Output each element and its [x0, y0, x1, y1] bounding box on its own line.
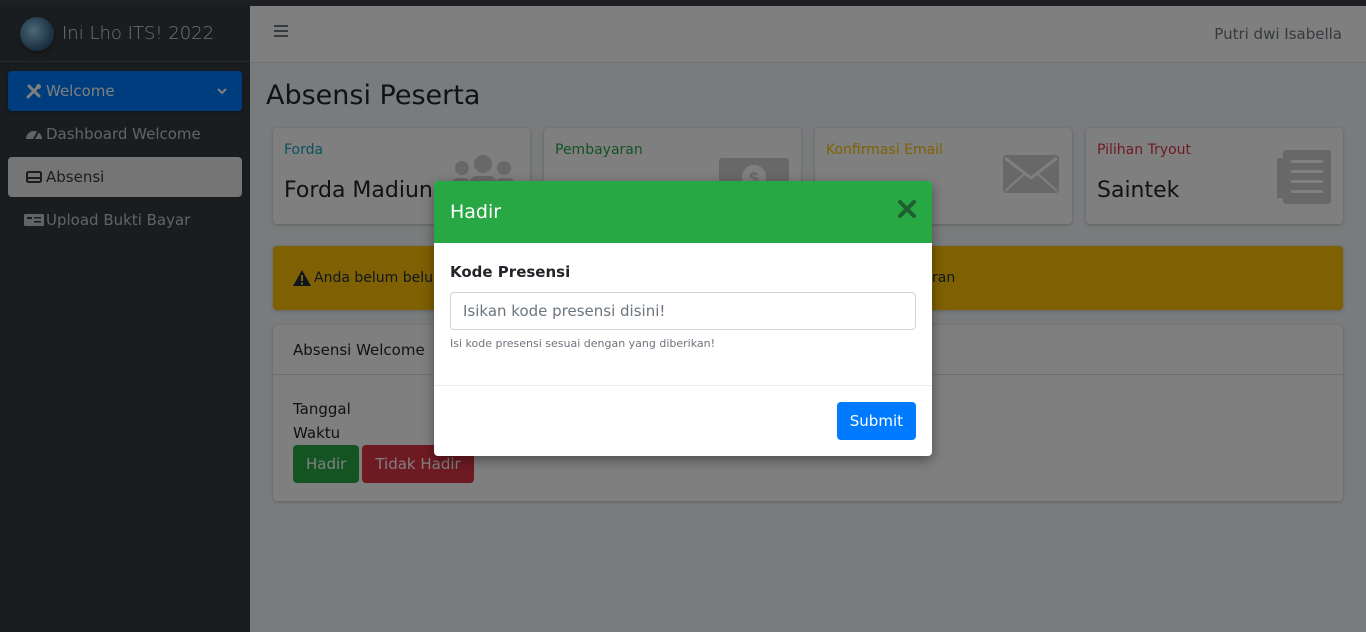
modal-title: Hadir — [450, 201, 502, 223]
modal-footer: Submit — [434, 385, 932, 456]
close-icon[interactable] — [896, 198, 918, 220]
kode-presensi-label: Kode Presensi — [450, 263, 571, 281]
modal-header: Hadir — [434, 181, 932, 243]
kode-presensi-help: Isi kode presensi sesuai dengan yang dib… — [450, 337, 716, 350]
hadir-modal: Hadir Kode Presensi Isi kode presensi se… — [434, 181, 932, 456]
kode-presensi-input[interactable] — [450, 292, 916, 330]
modal-body: Kode Presensi Isi kode presensi sesuai d… — [434, 243, 932, 366]
submit-button[interactable]: Submit — [836, 402, 916, 440]
